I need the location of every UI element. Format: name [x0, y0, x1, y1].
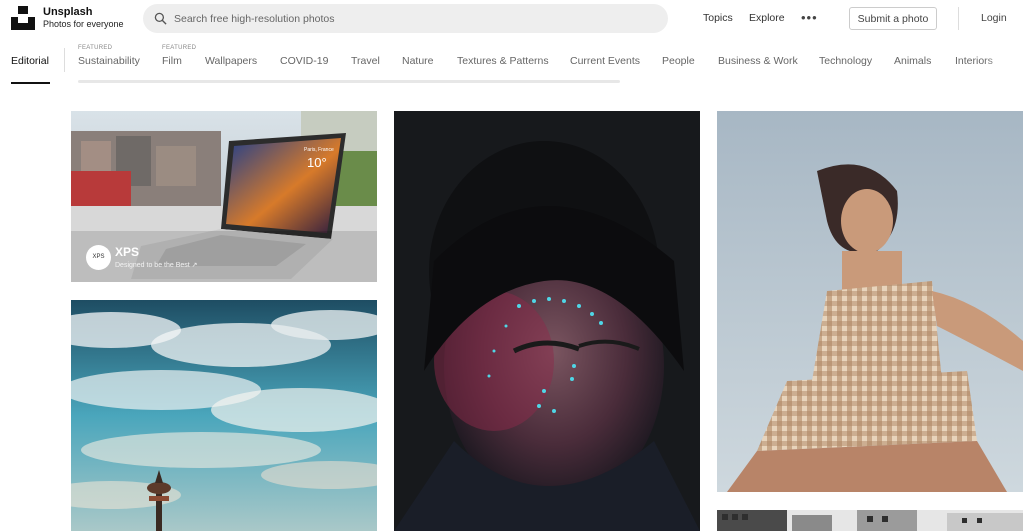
featured-tag: FEATURED — [162, 45, 197, 51]
nav-explore-link[interactable]: Explore — [749, 12, 785, 24]
tab-label: Travel — [351, 55, 380, 67]
tab-label: People — [662, 55, 695, 67]
tab-label: Nature — [402, 55, 434, 67]
active-tab-indicator — [11, 82, 50, 84]
sponsor-tagline[interactable]: Designed to be the Best ↗ — [115, 261, 198, 269]
search-bar — [143, 4, 668, 33]
photo-woman-portrait[interactable] — [394, 111, 700, 531]
tab-label: Business & Work — [718, 55, 798, 67]
tab-editorial[interactable]: Editorial — [11, 36, 50, 84]
tab-label: Sustainability — [78, 55, 140, 67]
tabs-fade-overlay — [983, 36, 1023, 82]
search-icon[interactable] — [154, 12, 167, 25]
more-options-icon[interactable]: ••• — [801, 10, 818, 25]
nav-topics-link[interactable]: Topics — [703, 12, 733, 24]
tab-label: Film — [162, 55, 182, 67]
brand-name[interactable]: Unsplash — [43, 6, 93, 18]
brand-tagline: Photos for everyone — [43, 19, 124, 29]
tab-label: Technology — [819, 55, 873, 67]
photo-sky-tower[interactable] — [71, 300, 377, 531]
login-link[interactable]: Login — [981, 12, 1007, 24]
tab-label: Editorial — [11, 55, 49, 67]
tabs-scrollbar[interactable] — [78, 80, 620, 83]
submit-photo-button[interactable]: Submit a photo — [849, 7, 937, 30]
top-header: Unsplash Photos for everyone Topics Expl… — [0, 0, 1023, 36]
screen-city-text: Paris, France — [304, 147, 334, 153]
tab-label: Animals — [894, 55, 932, 67]
tab-label: Textures & Patterns — [457, 55, 549, 67]
tab-label: COVID-19 — [280, 55, 329, 67]
tab-label: Wallpapers — [205, 55, 258, 67]
tab-label: Current Events — [570, 55, 641, 67]
sponsor-title[interactable]: XPS — [115, 245, 139, 259]
topic-tabs: Editorial FEATURED Sustainability FEATUR… — [0, 36, 1023, 84]
photo-buildings[interactable] — [717, 510, 1023, 531]
screen-temp-text: 10° — [307, 155, 327, 170]
featured-tag: FEATURED — [78, 45, 113, 51]
unsplash-logo-icon[interactable] — [11, 6, 35, 30]
tab-separator — [64, 48, 65, 72]
header-divider — [958, 7, 959, 30]
xps-logo-badge: XPS — [86, 245, 111, 270]
search-input[interactable] — [174, 4, 654, 33]
photo-laptop-sponsored[interactable]: XPS XPS Designed to be the Best ↗ Paris,… — [71, 111, 377, 282]
photo-woman-low-angle[interactable] — [717, 111, 1023, 492]
